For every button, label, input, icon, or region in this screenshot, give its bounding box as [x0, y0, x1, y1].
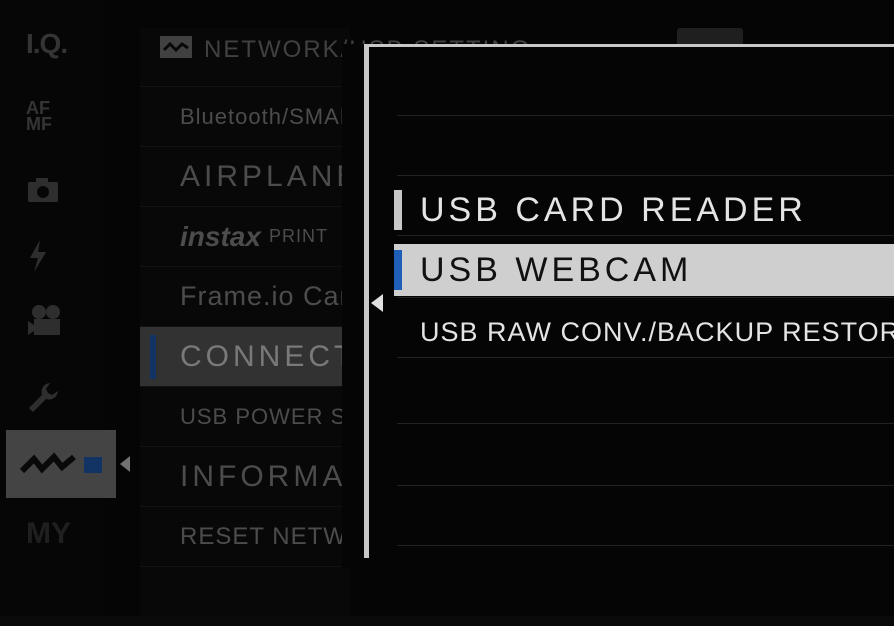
divider: [397, 297, 894, 298]
submenu-frame: [364, 44, 894, 558]
divider: [397, 175, 894, 176]
divider: [397, 115, 894, 116]
divider: [397, 545, 894, 546]
option-usb-raw-conv-backup-restore[interactable]: USB RAW CONV./BACKUP RESTORE: [394, 306, 894, 358]
option-usb-card-reader[interactable]: USB CARD READER: [394, 184, 894, 236]
divider: [397, 485, 894, 486]
option-marker: [394, 190, 402, 230]
divider: [397, 423, 894, 424]
option-usb-webcam[interactable]: USB WEBCAM: [394, 244, 894, 296]
option-marker: [394, 250, 402, 290]
submenu-pointer-icon: [371, 294, 383, 312]
connection-mode-submenu: USB CARD READER USB WEBCAM USB RAW CONV.…: [342, 44, 894, 568]
